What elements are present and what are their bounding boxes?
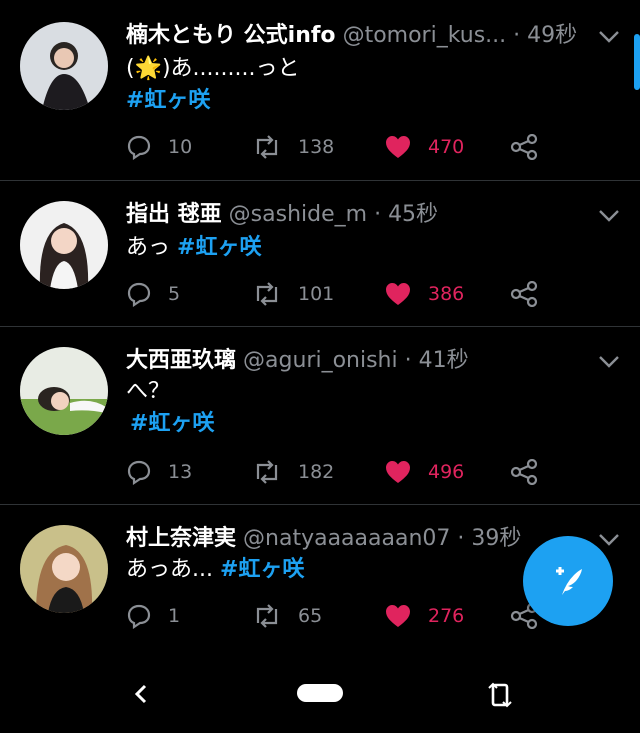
display-name[interactable]: 楠木ともり 公式info <box>126 23 336 48</box>
reply-icon <box>127 282 151 307</box>
like-count: 470 <box>428 136 465 158</box>
retweet-icon <box>256 604 278 628</box>
retweet-button[interactable]: 182 <box>252 457 334 487</box>
share-icon <box>510 281 538 307</box>
chevron-down-icon[interactable] <box>598 30 620 44</box>
user-handle: @tomori_kus... <box>342 23 507 48</box>
retweet-count: 182 <box>298 461 335 483</box>
tweet-header: 村上奈津実 @natyaaaaaaan07 · 39秒 <box>126 525 580 553</box>
compose-tweet-icon <box>556 567 582 595</box>
user-handle: @natyaaaaaaan07 <box>243 526 451 551</box>
tweet[interactable]: 大西亜玖璃 @aguri_onishi · 41秒 へ？ #虹ヶ咲 13 182… <box>0 327 640 505</box>
reply-button[interactable]: 10 <box>126 132 192 162</box>
reply-count: 13 <box>168 461 193 483</box>
tweet-actions: 1 65 276 <box>126 601 546 631</box>
tweet[interactable]: 楠木ともり 公式info @tomori_kus... · 49秒 (🌟)あ..… <box>0 0 640 181</box>
avatar[interactable] <box>20 201 108 289</box>
hashtag-link[interactable]: #虹ヶ咲 <box>130 411 214 436</box>
like-count: 276 <box>428 605 465 627</box>
chevron-down-icon[interactable] <box>598 209 620 223</box>
reply-button[interactable]: 1 <box>126 601 180 631</box>
avatar[interactable] <box>20 347 108 435</box>
share-icon <box>510 459 538 485</box>
tweet-text: あっ <box>126 235 171 260</box>
timestamp: · 39秒 <box>457 526 522 551</box>
hashtag-row: #虹ヶ咲 <box>130 409 214 439</box>
chevron-down-icon[interactable] <box>598 533 620 547</box>
heart-icon <box>386 136 410 158</box>
like-button[interactable]: 386 <box>384 279 464 309</box>
tweet-header: 指出 毬亜 @sashide_m · 45秒 <box>126 201 580 229</box>
tweet-actions: 10 138 470 <box>126 132 546 162</box>
tweet-header: 大西亜玖璃 @aguri_onishi · 41秒 <box>126 347 580 375</box>
reply-count: 10 <box>168 136 193 158</box>
timestamp: · 49秒 <box>513 23 578 48</box>
like-button[interactable]: 276 <box>384 601 464 631</box>
retweet-icon <box>256 460 278 484</box>
tweet[interactable]: 指出 毬亜 @sashide_m · 45秒 あっ #虹ヶ咲 5 101 386 <box>0 181 640 327</box>
scrollbar[interactable] <box>634 34 640 90</box>
display-name[interactable]: 村上奈津実 <box>126 526 236 551</box>
timestamp: · 45秒 <box>374 202 439 227</box>
hashtag-link[interactable]: #虹ヶ咲 <box>126 88 210 113</box>
user-handle: @aguri_onishi <box>243 348 398 373</box>
like-button[interactable]: 470 <box>384 132 464 162</box>
tweet-header: 楠木ともり 公式info @tomori_kus... · 49秒 <box>126 22 580 50</box>
retweet-button[interactable]: 65 <box>252 601 322 631</box>
avatar[interactable] <box>20 525 108 613</box>
reply-button[interactable]: 5 <box>126 279 180 309</box>
hashtag-row: #虹ヶ咲 <box>126 86 210 116</box>
hashtag-link[interactable]: #虹ヶ咲 <box>220 557 304 582</box>
reply-icon <box>127 135 151 160</box>
reply-count: 1 <box>168 605 181 627</box>
like-count: 386 <box>428 283 465 305</box>
like-count: 496 <box>428 461 465 483</box>
reply-icon <box>127 604 151 629</box>
back-icon[interactable] <box>130 682 152 706</box>
tweet-text-row: あっあ... #虹ヶ咲 <box>126 555 304 585</box>
tweet-text: へ？ <box>126 379 171 404</box>
heart-icon <box>386 461 410 483</box>
timestamp: · 41秒 <box>404 348 469 373</box>
share-button[interactable] <box>510 132 554 162</box>
hashtag-link[interactable]: #虹ヶ咲 <box>177 235 261 260</box>
home-pill[interactable] <box>297 684 343 702</box>
reply-icon <box>127 460 151 485</box>
retweet-count: 65 <box>298 605 323 627</box>
retweet-count: 101 <box>298 283 335 305</box>
retweet-count: 138 <box>298 136 335 158</box>
tweet-actions: 13 182 496 <box>126 457 546 487</box>
share-button[interactable] <box>510 457 554 487</box>
rotate-icon[interactable] <box>487 680 513 710</box>
heart-icon <box>386 605 410 627</box>
avatar[interactable] <box>20 22 108 110</box>
retweet-icon <box>256 282 278 306</box>
retweet-icon <box>256 135 278 159</box>
tweet-text-row: あっ #虹ヶ咲 <box>126 233 261 263</box>
reply-button[interactable]: 13 <box>126 457 192 487</box>
like-button[interactable]: 496 <box>384 457 464 487</box>
share-button[interactable] <box>510 279 554 309</box>
compose-tweet-button[interactable] <box>523 536 613 626</box>
tweet-actions: 5 101 386 <box>126 279 546 309</box>
display-name[interactable]: 指出 毬亜 <box>126 202 222 227</box>
chevron-down-icon[interactable] <box>598 355 620 369</box>
tweet-text: あっあ... <box>126 557 213 582</box>
display-name[interactable]: 大西亜玖璃 <box>126 348 236 373</box>
share-icon <box>510 134 538 160</box>
retweet-button[interactable]: 101 <box>252 279 334 309</box>
user-handle: @sashide_m <box>228 202 368 227</box>
reply-count: 5 <box>168 283 181 305</box>
heart-icon <box>386 283 410 305</box>
tweet-text: (🌟)あ.........っと <box>126 56 300 81</box>
retweet-button[interactable]: 138 <box>252 132 334 162</box>
